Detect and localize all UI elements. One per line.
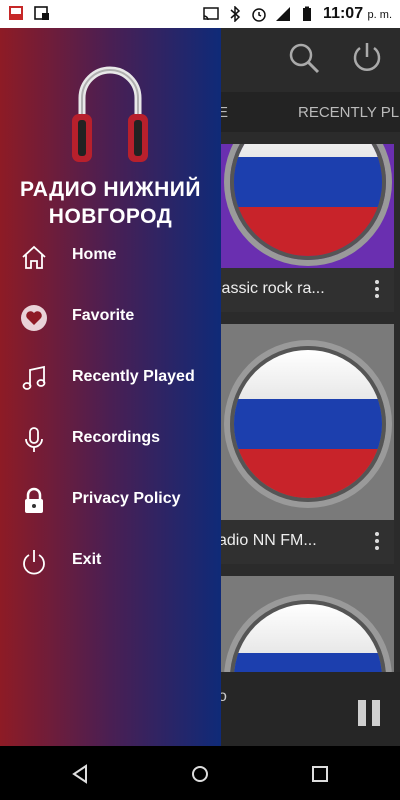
menu-item-exit[interactable]: Exit <box>0 535 221 587</box>
tab-recently-played[interactable]: RECENTLY PL <box>298 104 399 121</box>
headphones-logo <box>72 66 148 162</box>
heart-icon <box>21 305 47 331</box>
more-options-icon[interactable] <box>374 532 380 552</box>
alarm-icon <box>252 8 266 22</box>
station-name: adio NN FM... <box>218 532 317 549</box>
menu-item-label: Privacy Policy <box>72 490 181 507</box>
menu-item-label: Exit <box>72 551 102 568</box>
more-options-icon[interactable] <box>374 280 380 300</box>
menu-item-label: Recordings <box>72 429 161 446</box>
station-thumbnail <box>218 324 394 520</box>
system-nav-bar <box>0 746 400 800</box>
station-card[interactable]: adio NN FM... <box>218 324 394 564</box>
menu-item-favorite[interactable]: Favorite <box>0 291 221 343</box>
power-toolbar-icon[interactable] <box>350 40 384 74</box>
menu-item-label: Favorite <box>72 307 135 324</box>
menu-item-recently-played[interactable]: Recently Played <box>0 352 221 404</box>
bluetooth-icon <box>230 6 241 22</box>
recents-icon[interactable] <box>310 764 330 784</box>
menu-item-label: Home <box>72 246 117 263</box>
menu-item-privacy-policy[interactable]: Privacy Policy <box>0 474 221 526</box>
search-icon[interactable] <box>286 40 322 76</box>
cast-icon <box>203 7 219 21</box>
russia-flag-icon <box>230 144 386 260</box>
menu-item-home[interactable]: Home <box>0 230 221 282</box>
navigation-drawer: РАДИО НИЖНИЙ НОВГОРОД Home Favorite Rece… <box>0 28 221 746</box>
pause-icon[interactable] <box>358 700 382 726</box>
clock: 11:07 p. m. <box>323 5 392 22</box>
battery-icon <box>303 6 312 21</box>
microphone-icon <box>25 427 43 452</box>
station-thumbnail <box>218 144 394 268</box>
power-icon <box>23 550 45 575</box>
russia-flag-icon <box>230 346 386 502</box>
station-card[interactable]: lassic rock ra... <box>218 144 394 312</box>
music-note-icon <box>22 365 46 390</box>
menu-item-label: Recently Played <box>72 368 195 385</box>
app-notification-icon <box>9 6 23 20</box>
home-icon <box>22 245 46 269</box>
status-bar: 11:07 p. m. <box>0 0 400 28</box>
home-nav-icon[interactable] <box>190 764 210 784</box>
station-name: lassic rock ra... <box>218 280 325 297</box>
menu-item-recordings[interactable]: Recordings <box>0 413 221 465</box>
back-icon[interactable] <box>70 764 90 784</box>
picture-in-picture-icon <box>34 6 49 20</box>
signal-icon <box>276 7 291 21</box>
lock-icon <box>25 487 43 513</box>
app-title: РАДИО НИЖНИЙ НОВГОРОД <box>20 178 201 228</box>
